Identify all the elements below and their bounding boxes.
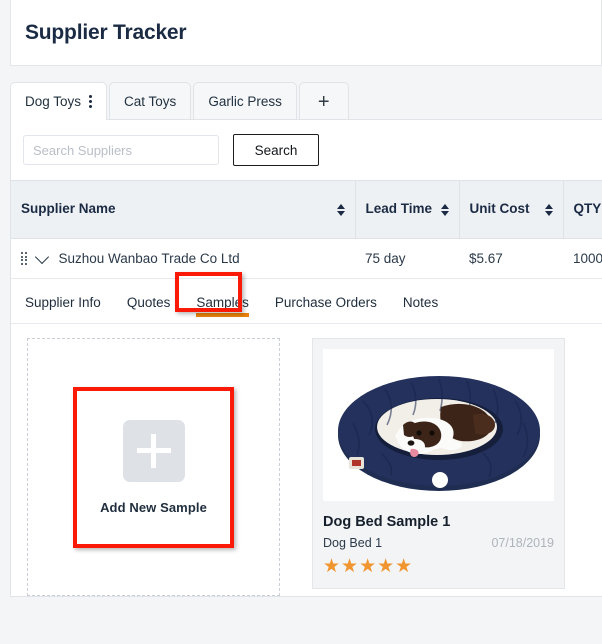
top-tab-bar: Dog Toys Cat Toys Garlic Press +	[0, 80, 602, 120]
column-header-supplier-name[interactable]: Supplier Name	[11, 180, 356, 239]
add-tab-button[interactable]: +	[298, 82, 349, 120]
sample-card[interactable]: Dog Bed Sample 1 Dog Bed 1 07/18/2019 ★★…	[312, 338, 565, 589]
page-title: Supplier Tracker	[25, 20, 187, 44]
sort-toggle-icon[interactable]	[544, 203, 553, 216]
sample-meta: Dog Bed 1 07/18/2019	[323, 536, 554, 550]
cell-unit-cost: $5.67	[459, 238, 563, 279]
supplier-table: Supplier Name Lead Time Unit Cost QTY Su…	[11, 180, 602, 279]
sample-rating-stars[interactable]: ★★★★★	[323, 557, 554, 576]
cell-supplier-name: Suzhou Wanbao Trade Co Ltd	[11, 238, 355, 279]
page-header: Supplier Tracker	[10, 0, 602, 66]
dog-bed-image	[323, 349, 554, 501]
supplier-tracker-app: Supplier Tracker Dog Toys Cat Toys Garli…	[0, 0, 602, 644]
sort-toggle-icon[interactable]	[440, 203, 449, 216]
sort-toggle-icon[interactable]	[336, 203, 345, 216]
tab-garlic-press[interactable]: Garlic Press	[193, 82, 297, 120]
column-label: Supplier Name	[21, 201, 116, 217]
search-bar: Search	[11, 120, 602, 180]
tab-cat-toys[interactable]: Cat Toys	[109, 82, 192, 120]
column-label: Unit Cost	[469, 201, 530, 217]
column-header-unit-cost[interactable]: Unit Cost	[459, 180, 564, 239]
detail-tab-bar: Supplier Info Quotes Samples Purchase Or…	[11, 272, 602, 324]
chevron-down-icon[interactable]	[34, 249, 49, 264]
tab-label: Dog Toys	[25, 94, 82, 109]
cell-lead-time: 75 day	[355, 238, 459, 279]
sample-title: Dog Bed Sample 1	[323, 514, 451, 530]
column-header-qty[interactable]: QTY	[563, 180, 602, 239]
tab-label: Garlic Press	[208, 94, 282, 109]
column-label: Lead Time	[365, 201, 433, 217]
detail-tabs: Supplier Info Quotes Samples Purchase Or…	[25, 295, 602, 323]
sample-subtitle: Dog Bed 1	[323, 536, 383, 550]
sub-tab-supplier-info[interactable]: Supplier Info	[25, 295, 101, 323]
sample-date: 07/18/2019	[491, 536, 554, 550]
column-header-lead-time[interactable]: Lead Time	[355, 180, 460, 239]
supplier-name-text: Suzhou Wanbao Trade Co Ltd	[58, 251, 240, 266]
tab-options-kebab-icon[interactable]	[89, 95, 93, 108]
plus-icon	[122, 419, 185, 482]
sub-tab-notes[interactable]: Notes	[403, 295, 438, 323]
sub-tab-purchase-orders[interactable]: Purchase Orders	[275, 295, 377, 323]
sub-tab-samples[interactable]: Samples	[196, 295, 249, 323]
main-panel: Search Supplier Name	[10, 119, 602, 597]
add-new-sample-card[interactable]: Add New Sample	[77, 390, 230, 544]
search-button[interactable]: Search	[233, 134, 319, 166]
add-sample-dropzone: Add New Sample	[27, 338, 280, 596]
samples-grid: Add New Sample Dog Bed Sample 1 Dog Bed …	[11, 324, 602, 596]
table-row[interactable]: Suzhou Wanbao Trade Co Ltd 75 day $5.67 …	[11, 238, 602, 279]
cell-qty: 1000	[563, 238, 602, 279]
search-input[interactable]	[23, 135, 219, 165]
tab-label: Cat Toys	[124, 94, 177, 109]
tab-dog-toys[interactable]: Dog Toys	[10, 82, 108, 120]
drag-handle-icon[interactable]	[21, 252, 27, 265]
sample-thumbnail	[323, 349, 554, 501]
add-new-sample-label: Add New Sample	[100, 499, 207, 515]
plus-icon: +	[317, 90, 330, 113]
column-label: QTY	[573, 201, 602, 217]
sub-tab-quotes[interactable]: Quotes	[127, 295, 171, 323]
table-header-row: Supplier Name Lead Time Unit Cost QTY	[11, 180, 602, 239]
